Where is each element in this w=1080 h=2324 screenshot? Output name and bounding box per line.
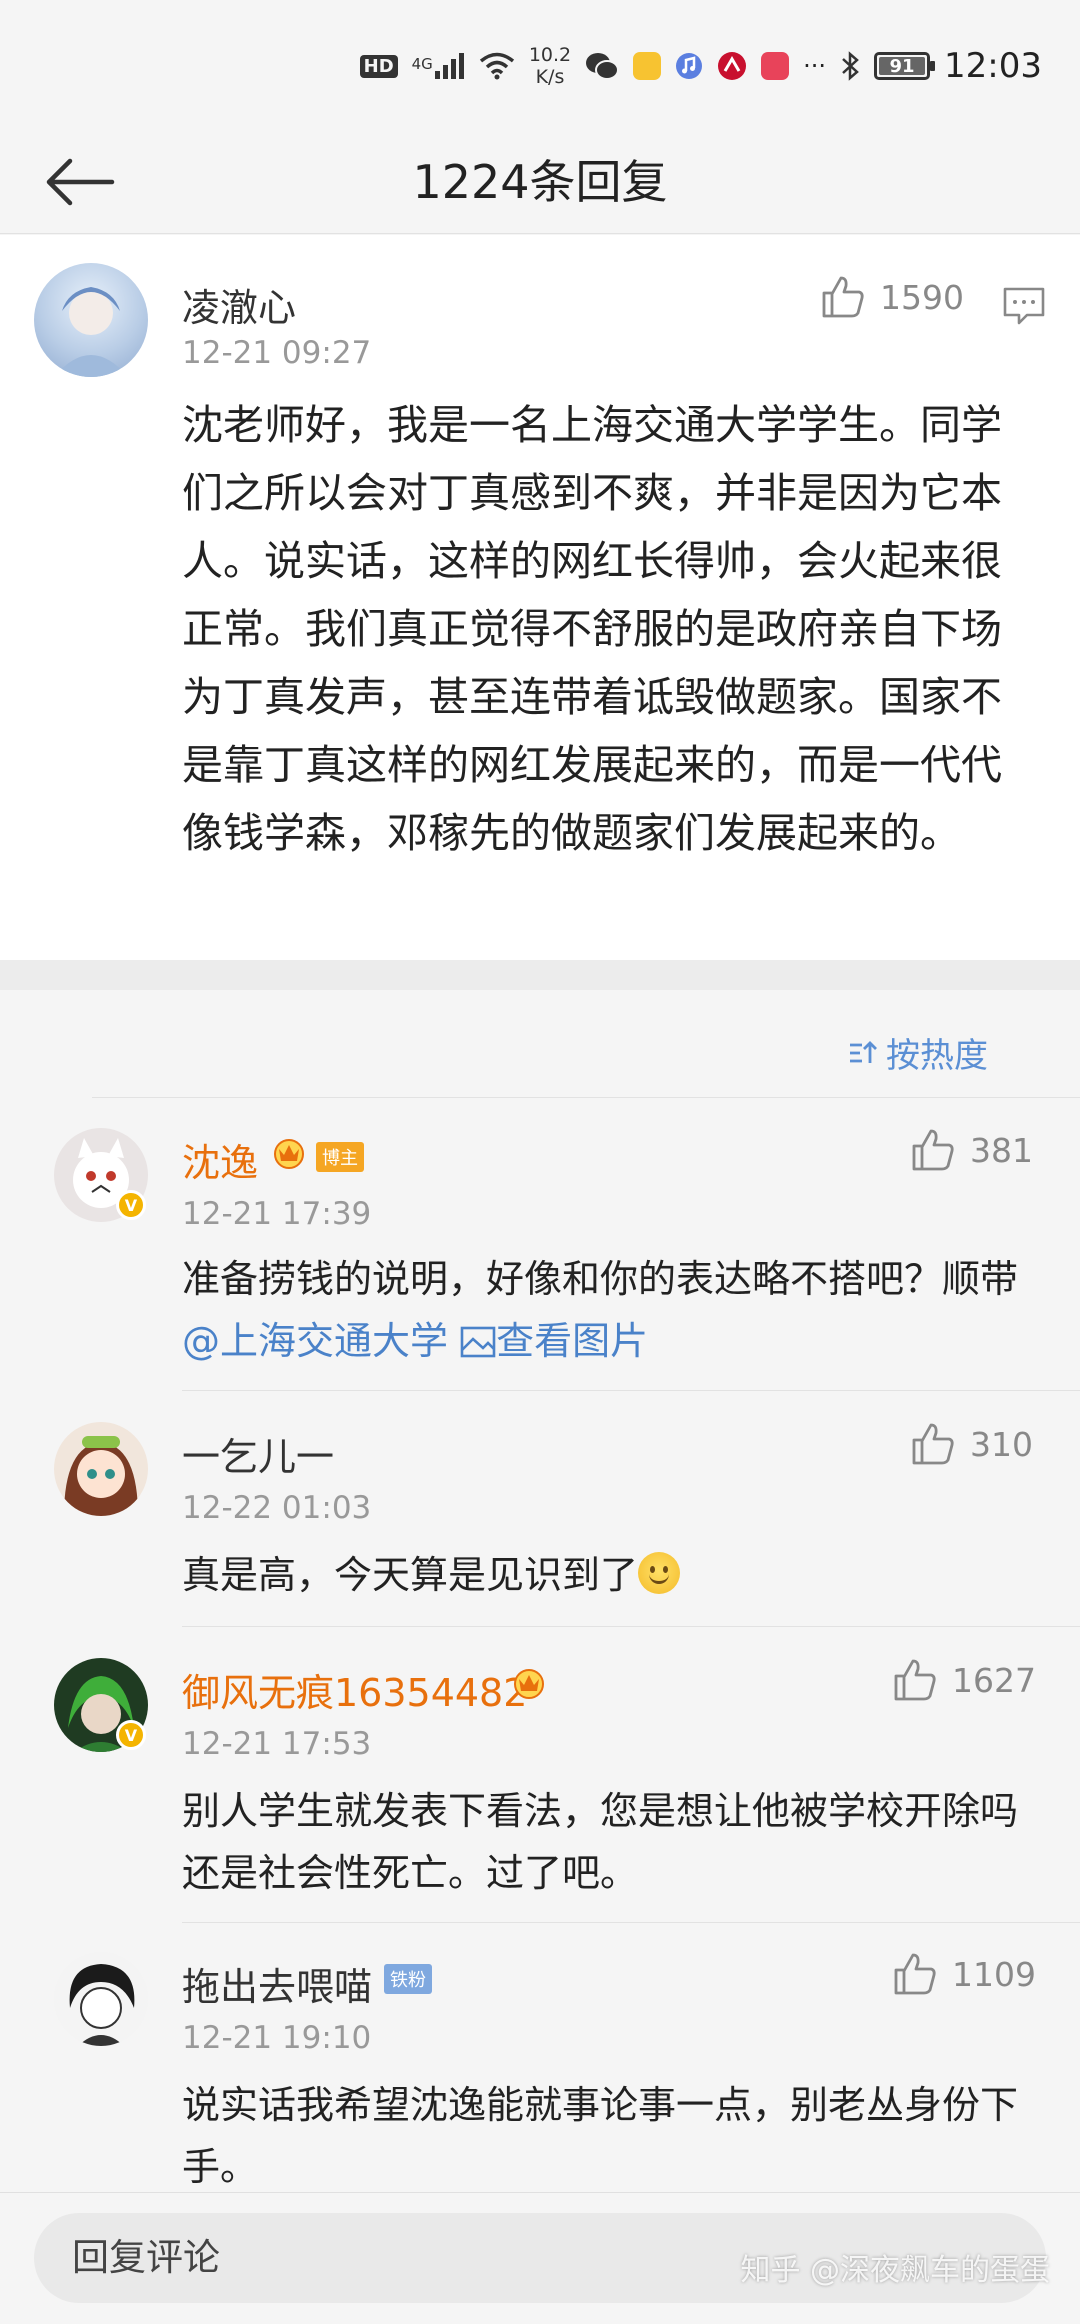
- page-title: 1224条回复: [412, 155, 668, 209]
- comment-text: 沈老师好，我是一名上海交通大学学生。同学们之所以会对丁真感到不爽，并非是因为它本…: [182, 401, 1002, 857]
- divider: [182, 1922, 1080, 1923]
- reply-text: 说实话我希望沈逸能就事论事一点，别老丛身份下手。: [182, 2083, 1019, 2189]
- author-badge: 铁粉: [384, 1964, 432, 1994]
- bank-icon: [718, 52, 747, 80]
- reply-text: 别人学生就发表下看法，您是想让他被学校开除吗还是社会性死亡。过了吧。: [182, 1789, 1019, 1895]
- reply-time: 12-21 17:53: [182, 1726, 372, 1762]
- mention-link[interactable]: @上海交通大学: [182, 1319, 448, 1363]
- avatar[interactable]: [54, 1422, 148, 1516]
- thumbs-up-icon: [894, 1659, 936, 1701]
- reply-author[interactable]: 御风无痕16354482: [182, 1662, 527, 1717]
- wifi-icon: [479, 52, 514, 80]
- thumbs-up-icon: [912, 1129, 954, 1171]
- sort-by-hot-button[interactable]: 按热度: [848, 1028, 988, 1077]
- status-bar: HD 4G 10.2 K/s ··· 91 12:03: [0, 0, 1080, 130]
- hd-indicator: HD: [359, 54, 398, 78]
- like-button[interactable]: 310: [910, 1422, 1033, 1466]
- comment-icon[interactable]: [1003, 287, 1045, 325]
- thumbs-up-icon: [894, 1953, 936, 1995]
- like-count: 1627: [952, 1660, 1036, 1700]
- verified-badge-icon: V: [116, 1190, 146, 1220]
- like-button[interactable]: 1109: [892, 1952, 1036, 1996]
- wechat-icon: [586, 53, 620, 80]
- like-button[interactable]: 1627: [892, 1658, 1036, 1702]
- reply-time: 12-21 19:10: [182, 2020, 372, 2056]
- like-count: 1590: [880, 277, 964, 317]
- status-icons: HD 4G 10.2 K/s ··· 91 12:03: [359, 40, 1042, 92]
- reply-author[interactable]: 一乞儿一: [182, 1426, 334, 1481]
- app-icon: [633, 52, 662, 80]
- like-count: 381: [970, 1130, 1033, 1170]
- divider: [182, 1390, 1080, 1391]
- section-divider: [0, 960, 1080, 990]
- watermark: 知乎 @深夜飙车的蛋蛋: [740, 2253, 1050, 2288]
- image-icon: [460, 1326, 496, 1358]
- comment-time: 12-21 09:27: [182, 335, 372, 371]
- divider: [182, 1626, 1080, 1627]
- app-icon: [761, 52, 790, 80]
- sort-icon: [850, 1040, 877, 1063]
- smile-emoji-icon: [638, 1552, 681, 1594]
- reply-author[interactable]: 沈逸: [182, 1132, 258, 1187]
- like-count: 1109: [952, 1954, 1036, 1994]
- like-button[interactable]: 1590: [820, 275, 964, 319]
- reply-time: 12-22 01:03: [182, 1490, 372, 1526]
- avatar[interactable]: [54, 1952, 148, 2046]
- like-count: 310: [970, 1424, 1033, 1464]
- thumbs-up-icon: [822, 276, 864, 318]
- vip-crown-icon: [274, 1139, 304, 1169]
- more-icon: ···: [803, 52, 827, 80]
- verified-badge-icon: V: [116, 1720, 146, 1750]
- like-button[interactable]: 381: [910, 1128, 1033, 1172]
- reply-author[interactable]: 拖出去喂喵: [182, 1956, 372, 2011]
- main-comment: 凌澈心 12-21 09:27 1590 沈老师好，我是一名上海交通大学学生。同…: [0, 235, 1080, 960]
- divider: [92, 1097, 1080, 1098]
- music-icon: [676, 53, 703, 79]
- bluetooth-icon: [842, 51, 859, 81]
- reply-text: 真是高，今天算是见识到了: [182, 1544, 1022, 1606]
- top-bar: 1224条回复: [0, 130, 1080, 234]
- network-speed: 10.2 K/s: [528, 44, 572, 88]
- view-image-link[interactable]: 查看图片: [460, 1319, 648, 1363]
- author-badge: 博主: [316, 1142, 364, 1172]
- battery-icon: 91: [874, 52, 936, 80]
- thumbs-up-icon: [912, 1423, 954, 1465]
- comment-author[interactable]: 凌澈心: [182, 277, 296, 332]
- signal-icon: 4G: [412, 53, 465, 79]
- avatar[interactable]: [34, 263, 148, 377]
- vip-crown-icon: [514, 1669, 544, 1699]
- clock: 12:03: [944, 46, 1042, 86]
- reply-time: 12-21 17:39: [182, 1196, 372, 1232]
- reply-text: 准备捞钱的说明，好像和你的表达略不搭吧？顺带@上海交通大学 查看图片: [182, 1257, 1019, 1363]
